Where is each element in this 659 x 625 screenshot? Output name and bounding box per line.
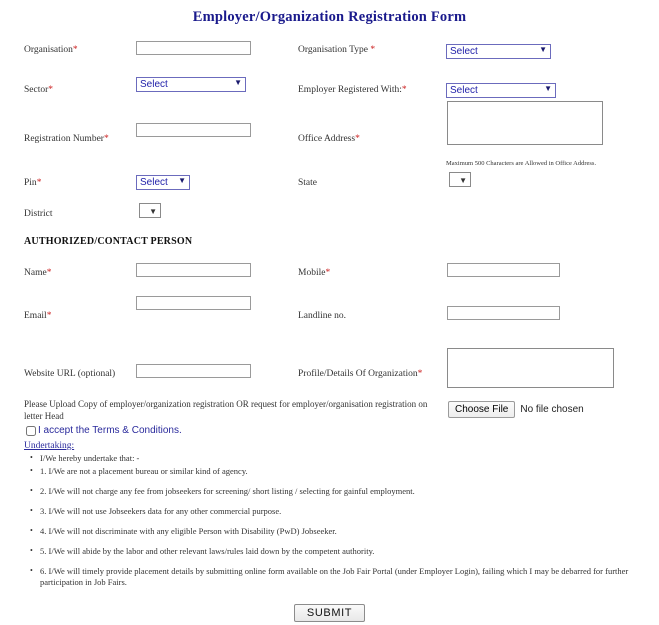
organisation-type-select[interactable]: Select — [446, 44, 551, 59]
office-address-label: Office Address* — [298, 134, 360, 144]
choose-file-button[interactable]: Choose File — [448, 401, 516, 418]
state-select[interactable] — [449, 172, 471, 187]
submit-row: SUBMIT — [0, 603, 659, 622]
file-name-text: No file chosen — [520, 404, 584, 415]
list-item: 6. I/We will timely provide placement de… — [24, 565, 644, 588]
page-title: Employer/Organization Registration Form — [192, 9, 467, 25]
list-item: I/We hereby undertake that: - — [24, 452, 644, 464]
registration-number-label: Registration Number* — [24, 134, 109, 144]
submit-button[interactable]: SUBMIT — [293, 604, 366, 622]
employer-registered-with-select[interactable]: Select — [446, 83, 556, 98]
accept-terms-label[interactable]: I accept the Terms & Conditions. — [38, 425, 182, 436]
undertaking-list: I/We hereby undertake that: - 1. I/We ar… — [24, 452, 644, 590]
terms-row[interactable]: I accept the Terms & Conditions. — [26, 425, 182, 436]
state-label: State — [298, 178, 317, 188]
landline-input[interactable] — [447, 306, 560, 320]
list-item: 4. I/We will not discriminate with any e… — [24, 525, 644, 537]
website-input[interactable] — [136, 364, 251, 378]
file-upload-row[interactable]: Choose File No file chosen — [448, 401, 584, 418]
name-input[interactable] — [136, 263, 251, 277]
contact-section-heading: AUTHORIZED/CONTACT PERSON — [24, 236, 193, 247]
profile-label: Profile/Details Of Organization* — [298, 369, 423, 379]
mobile-input[interactable] — [447, 263, 560, 277]
employer-registered-with-label: Employer Registered With:* — [298, 85, 407, 95]
email-input[interactable] — [136, 296, 251, 310]
website-label: Website URL (optional) — [24, 369, 116, 379]
undertaking-title: Undertaking: — [24, 441, 75, 451]
organisation-type-label: Organisation Type * — [298, 45, 376, 55]
organisation-type-select-wrap: Select ▼ — [446, 41, 551, 59]
employer-registered-with-select-wrap: Select ▼ — [446, 80, 556, 98]
organisation-label: Organisation* — [24, 45, 78, 55]
pin-select[interactable]: Select — [136, 175, 190, 190]
list-item: 2. I/We will not charge any fee from job… — [24, 485, 644, 497]
office-address-hint: Maximum 500 Characters are Allowed in Of… — [446, 160, 597, 167]
registration-form-page: Employer/Organization Registration Form … — [0, 0, 659, 625]
district-label: District — [24, 209, 53, 219]
list-item: 3. I/We will not use Jobseekers data for… — [24, 505, 644, 517]
list-item: 5. I/We will abide by the labor and othe… — [24, 545, 644, 557]
district-select[interactable] — [139, 203, 161, 218]
sector-label: Sector* — [24, 85, 54, 95]
landline-label: Landline no. — [298, 311, 347, 321]
registration-number-input[interactable] — [136, 123, 251, 137]
name-label: Name* — [24, 268, 52, 278]
mobile-label: Mobile* — [298, 268, 331, 278]
state-select-wrap: ▼ — [449, 172, 471, 190]
accept-terms-checkbox[interactable] — [26, 425, 36, 436]
sector-select-wrap: Select ▼ — [136, 74, 246, 92]
district-select-wrap: ▼ — [139, 203, 161, 221]
sector-select[interactable]: Select — [136, 77, 246, 92]
profile-textarea[interactable] — [447, 348, 614, 388]
pin-select-wrap: Select ▼ — [136, 172, 190, 190]
office-address-textarea[interactable] — [447, 101, 603, 145]
upload-note: Please Upload Copy of employer/organizat… — [24, 399, 428, 421]
list-item: 1. I/We are not a placement bureau or si… — [24, 465, 644, 477]
organisation-input[interactable] — [136, 41, 251, 55]
pin-label: Pin* — [24, 178, 42, 188]
email-label: Email* — [24, 311, 52, 321]
